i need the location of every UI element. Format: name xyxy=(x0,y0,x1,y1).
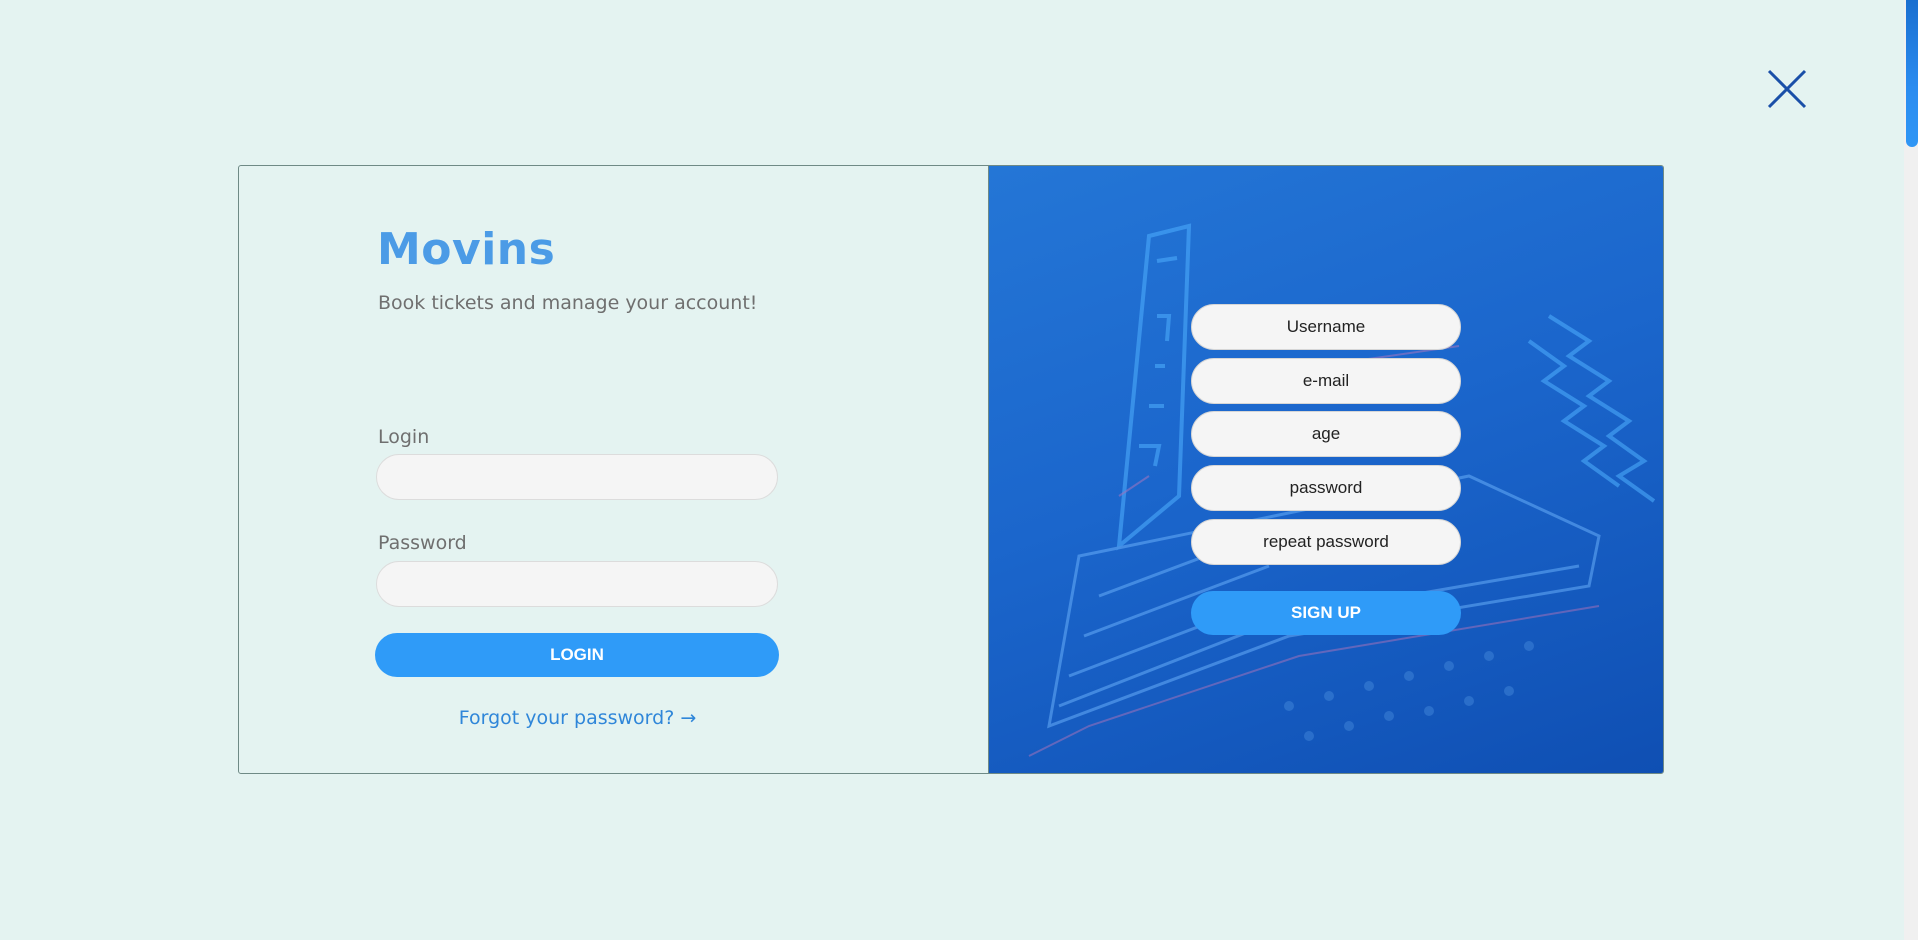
age-input[interactable] xyxy=(1191,411,1461,457)
signup-button[interactable]: SIGN UP xyxy=(1191,591,1461,635)
password-label: Password xyxy=(378,532,467,554)
email-input[interactable] xyxy=(1191,358,1461,404)
scrollbar[interactable] xyxy=(1904,0,1918,940)
repeat-password-input[interactable] xyxy=(1191,519,1461,565)
page: Movins Book tickets and manage your acco… xyxy=(0,0,1918,940)
login-panel: Movins Book tickets and manage your acco… xyxy=(239,166,989,773)
forgot-password-link[interactable]: Forgot your password? → xyxy=(239,707,916,729)
login-input[interactable] xyxy=(376,454,778,500)
signup-password-input[interactable] xyxy=(1191,465,1461,511)
auth-card: Movins Book tickets and manage your acco… xyxy=(238,165,1664,774)
close-button[interactable] xyxy=(1766,68,1808,110)
close-icon[interactable] xyxy=(1766,68,1808,110)
brand-subtitle: Book tickets and manage your account! xyxy=(378,292,758,314)
signup-panel: SIGN UP xyxy=(989,166,1663,773)
scrollbar-thumb[interactable] xyxy=(1906,0,1918,147)
login-button[interactable]: LOGIN xyxy=(375,633,779,677)
username-input[interactable] xyxy=(1191,304,1461,350)
login-label: Login xyxy=(378,426,430,448)
brand-title: Movins xyxy=(377,224,556,275)
password-input[interactable] xyxy=(376,561,778,607)
